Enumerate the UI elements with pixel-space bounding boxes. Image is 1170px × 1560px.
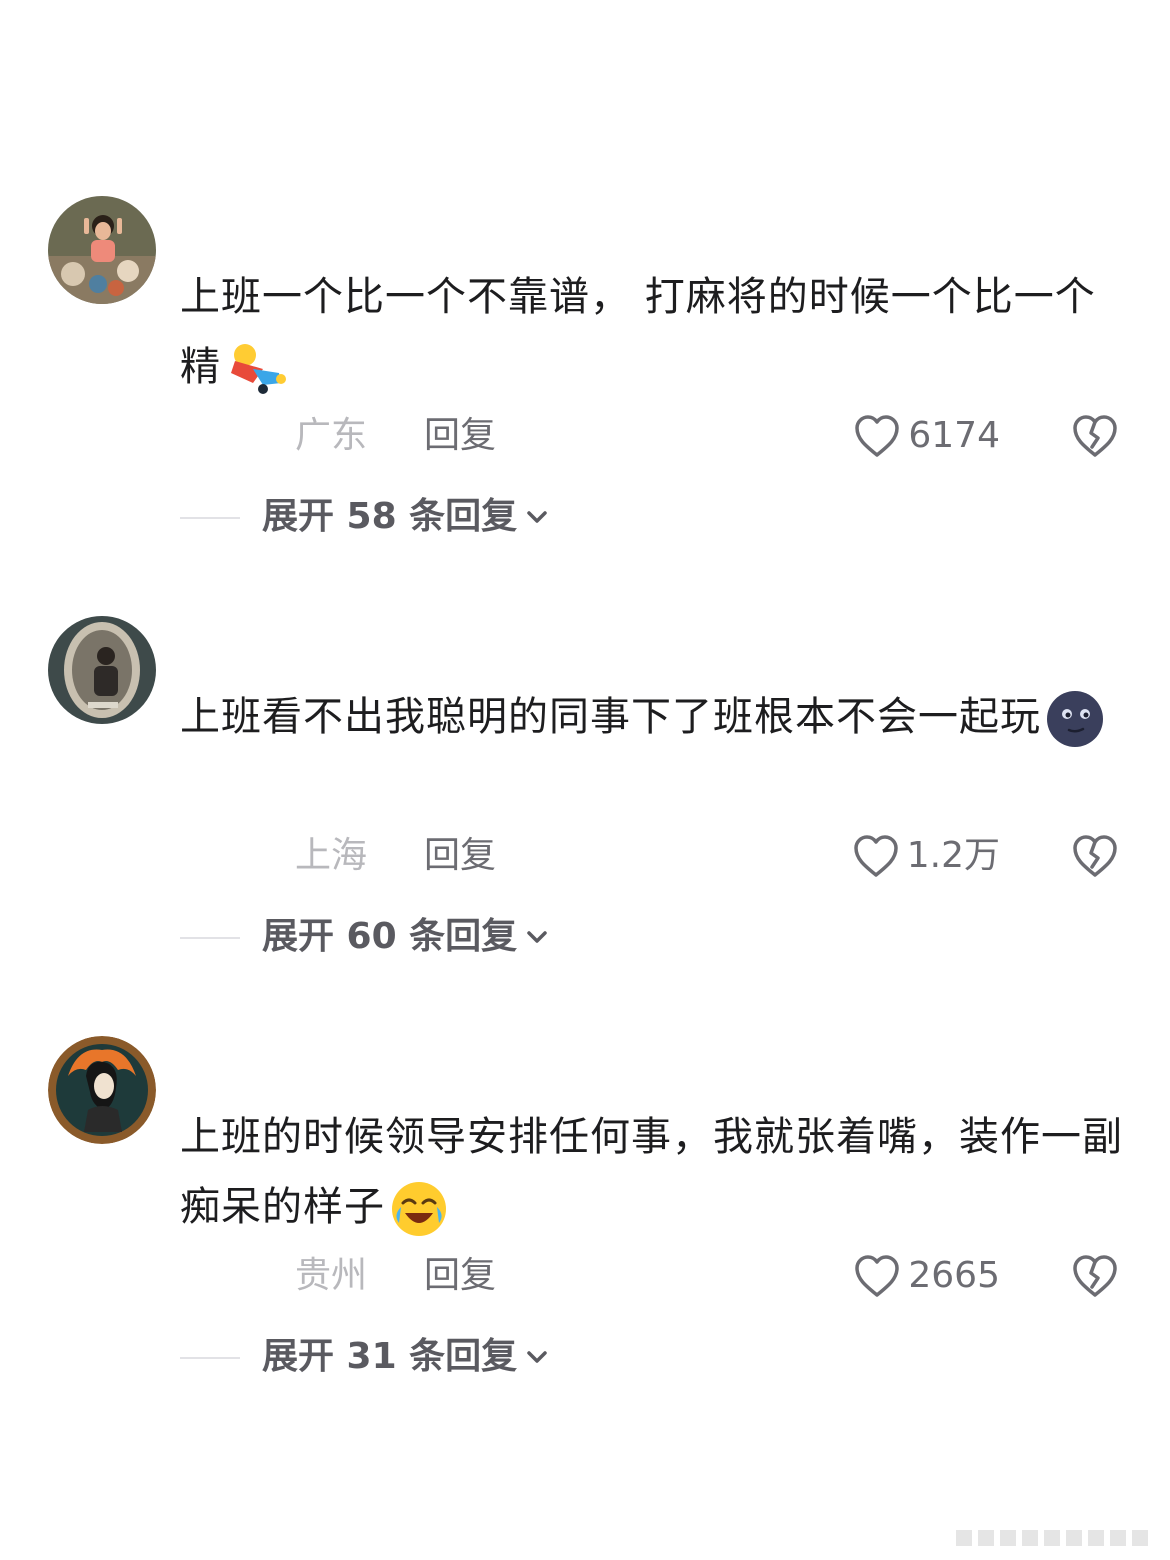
broken-heart-icon — [1073, 835, 1117, 877]
rolling-laughing-emoji-icon — [387, 1179, 451, 1239]
comment-text-content: 上班的时候领导安排任何事，我就张着嘴，装作一副痴呆的样子 — [180, 1114, 1123, 1230]
avatar[interactable] — [48, 616, 156, 724]
reply-button[interactable]: 回复 — [424, 1251, 496, 1301]
like-button[interactable]: 6174 — [852, 411, 1000, 461]
like-button[interactable]: 2665 — [852, 1251, 1000, 1301]
expand-replies-label: 展开 60 条回复 — [262, 916, 518, 957]
divider — [180, 1357, 240, 1359]
comment-meta-row: 上海 回复 1.2万 — [0, 831, 1170, 881]
chevron-down-icon — [527, 931, 547, 943]
heart-outline-icon — [853, 835, 898, 877]
watermark-logo — [956, 1530, 1148, 1546]
comment-item: 上班一个比一个不靠谱， 打麻将的时候一个比一个精 广东 回复 6174 展开 5… — [0, 196, 1170, 596]
dislike-button[interactable] — [1070, 831, 1120, 881]
comment-list-page: 上班一个比一个不靠谱， 打麻将的时候一个比一个精 广东 回复 6174 展开 5… — [0, 0, 1170, 1560]
comment-text-content: 上班一个比一个不靠谱， 打麻将的时候一个比一个精 — [180, 274, 1096, 390]
expand-replies-button[interactable]: 展开 31 条回复 — [262, 1332, 551, 1382]
expand-replies-button[interactable]: 展开 60 条回复 — [262, 912, 551, 962]
like-count: 6174 — [908, 415, 1000, 456]
expand-replies-row: 展开 60 条回复 — [0, 912, 1170, 962]
expand-replies-row: 展开 58 条回复 — [0, 492, 1170, 542]
broken-heart-icon — [1073, 1255, 1117, 1297]
dislike-button[interactable] — [1070, 1251, 1120, 1301]
expand-replies-label: 展开 58 条回复 — [262, 496, 518, 537]
comment-meta-row: 广东 回复 6174 — [0, 411, 1170, 461]
comment-meta-row: 贵州 回复 2665 — [0, 1251, 1170, 1301]
like-count: 2665 — [908, 1255, 1000, 1296]
like-count: 1.2万 — [906, 835, 1000, 876]
comment-text: 上班一个比一个不靠谱， 打麻将的时候一个比一个精 — [180, 262, 1130, 402]
comment-item: 上班的时候领导安排任何事，我就张着嘴，装作一副痴呆的样子 贵州 回复 2665 — [0, 1036, 1170, 1436]
reply-button[interactable]: 回复 — [424, 411, 496, 461]
avatar[interactable] — [48, 196, 156, 304]
expand-replies-row: 展开 31 条回复 — [0, 1332, 1170, 1382]
location-label: 贵州 — [295, 1255, 368, 1296]
comment-text: 上班的时候领导安排任何事，我就张着嘴，装作一副痴呆的样子 — [180, 1102, 1130, 1242]
divider — [180, 937, 240, 939]
like-button[interactable]: 1.2万 — [851, 831, 1000, 881]
reply-button[interactable]: 回复 — [424, 831, 496, 881]
heart-outline-icon — [855, 415, 900, 457]
chevron-down-icon — [527, 511, 547, 523]
comment-text-content: 上班看不出我聪明的同事下了班根本不会一起玩 — [180, 694, 1041, 740]
heart-outline-icon — [855, 1255, 900, 1297]
comment-item: 上班看不出我聪明的同事下了班根本不会一起玩 上海 回复 1.2万 展开 60 条… — [0, 616, 1170, 1016]
dislike-button[interactable] — [1070, 411, 1120, 461]
comment-text: 上班看不出我聪明的同事下了班根本不会一起玩 — [180, 682, 1130, 752]
location-label: 上海 — [295, 835, 368, 876]
chevron-down-icon — [527, 1351, 547, 1363]
location-label: 广东 — [295, 415, 368, 456]
broken-heart-icon — [1073, 415, 1117, 457]
avatar[interactable] — [48, 1036, 156, 1144]
lying-down-emoji-icon — [223, 339, 287, 399]
expand-replies-button[interactable]: 展开 58 条回复 — [262, 492, 551, 542]
dark-moon-face-emoji-icon — [1043, 689, 1107, 749]
expand-replies-label: 展开 31 条回复 — [262, 1336, 518, 1377]
divider — [180, 517, 240, 519]
